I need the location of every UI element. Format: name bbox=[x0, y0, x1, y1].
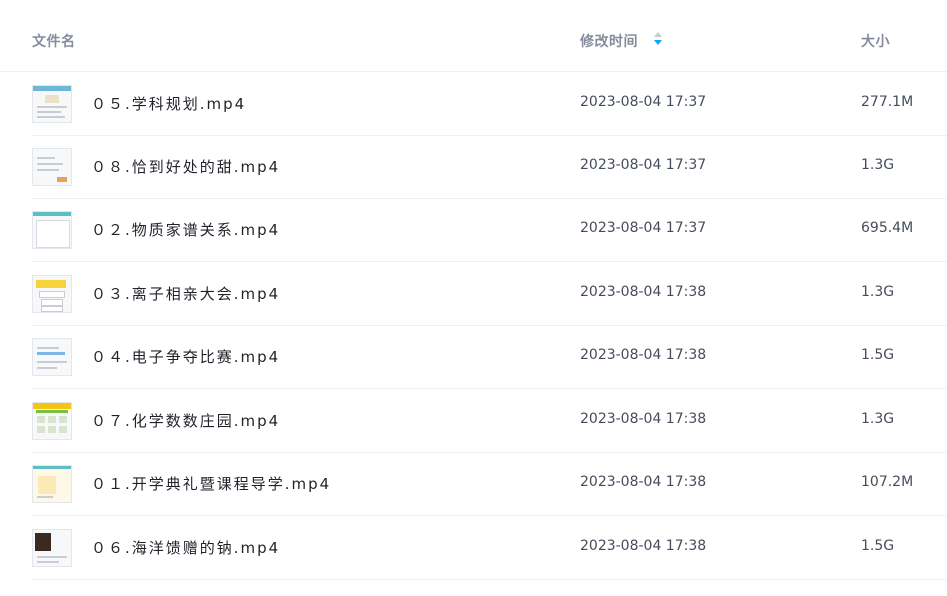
column-header-modified[interactable]: 修改时间 bbox=[580, 31, 638, 51]
file-modified-time: 2023-08-04 17:38 bbox=[580, 284, 707, 300]
file-name[interactable]: ０８.恰到好处的甜.mp4 bbox=[91, 156, 280, 177]
file-name[interactable]: ０３.离子相亲大会.mp4 bbox=[91, 283, 280, 304]
file-size: 277.1M bbox=[861, 94, 914, 110]
column-header-size[interactable]: 大小 bbox=[861, 31, 890, 51]
file-modified-time: 2023-08-04 17:38 bbox=[580, 474, 707, 490]
sort-descending-icon[interactable] bbox=[652, 31, 664, 49]
file-name[interactable]: ０４.电子争夺比赛.mp4 bbox=[91, 346, 280, 367]
file-modified-time: 2023-08-04 17:37 bbox=[580, 157, 707, 173]
file-row[interactable]: ０４.电子争夺比赛.mp4 2023-08-04 17:38 1.5G bbox=[32, 325, 947, 389]
file-size: 107.2M bbox=[861, 474, 914, 490]
file-size: 1.5G bbox=[861, 538, 895, 554]
file-size: 1.3G bbox=[861, 157, 895, 173]
file-size: 695.4M bbox=[861, 220, 914, 236]
file-name[interactable]: ０６.海洋馈赠的钠.mp4 bbox=[91, 537, 280, 558]
video-thumbnail-icon bbox=[32, 402, 72, 440]
file-list: 文件名 修改时间 大小 ０５.学科规划.mp4 2023-08-04 17:37… bbox=[0, 0, 947, 596]
video-thumbnail-icon bbox=[32, 85, 72, 123]
video-thumbnail-icon bbox=[32, 529, 72, 567]
file-size: 1.3G bbox=[861, 284, 895, 300]
file-modified-time: 2023-08-04 17:37 bbox=[580, 94, 707, 110]
file-modified-time: 2023-08-04 17:37 bbox=[580, 220, 707, 236]
video-thumbnail-icon bbox=[32, 148, 72, 186]
video-thumbnail-icon bbox=[32, 338, 72, 376]
video-thumbnail-icon bbox=[32, 275, 72, 313]
file-modified-time: 2023-08-04 17:38 bbox=[580, 538, 707, 554]
file-name[interactable]: ０７.化学数数庄园.mp4 bbox=[91, 410, 280, 431]
file-modified-time: 2023-08-04 17:38 bbox=[580, 411, 707, 427]
file-row[interactable]: ０５.学科规划.mp4 2023-08-04 17:37 277.1M bbox=[32, 72, 947, 136]
file-name[interactable]: ０１.开学典礼暨课程导学.mp4 bbox=[91, 473, 331, 494]
file-row[interactable]: ０６.海洋馈赠的钠.mp4 2023-08-04 17:38 1.5G bbox=[32, 516, 947, 580]
column-header-name[interactable]: 文件名 bbox=[32, 31, 76, 51]
video-thumbnail-icon bbox=[32, 211, 72, 249]
file-size: 1.5G bbox=[861, 347, 895, 363]
file-name[interactable]: ０５.学科规划.mp4 bbox=[91, 93, 246, 114]
file-modified-time: 2023-08-04 17:38 bbox=[580, 347, 707, 363]
file-row[interactable]: ０８.恰到好处的甜.mp4 2023-08-04 17:37 1.3G bbox=[32, 135, 947, 199]
file-list-header: 文件名 修改时间 大小 bbox=[0, 0, 947, 72]
file-row[interactable]: ０１.开学典礼暨课程导学.mp4 2023-08-04 17:38 107.2M bbox=[32, 452, 947, 516]
file-row[interactable]: ０２.物质家谱关系.mp4 2023-08-04 17:37 695.4M bbox=[32, 198, 947, 262]
video-thumbnail-icon bbox=[32, 465, 72, 503]
file-row[interactable]: ０３.离子相亲大会.mp4 2023-08-04 17:38 1.3G bbox=[32, 262, 947, 326]
file-name[interactable]: ０２.物质家谱关系.mp4 bbox=[91, 219, 280, 240]
file-size: 1.3G bbox=[861, 411, 895, 427]
file-row[interactable]: ０７.化学数数庄园.mp4 2023-08-04 17:38 1.3G bbox=[32, 389, 947, 453]
